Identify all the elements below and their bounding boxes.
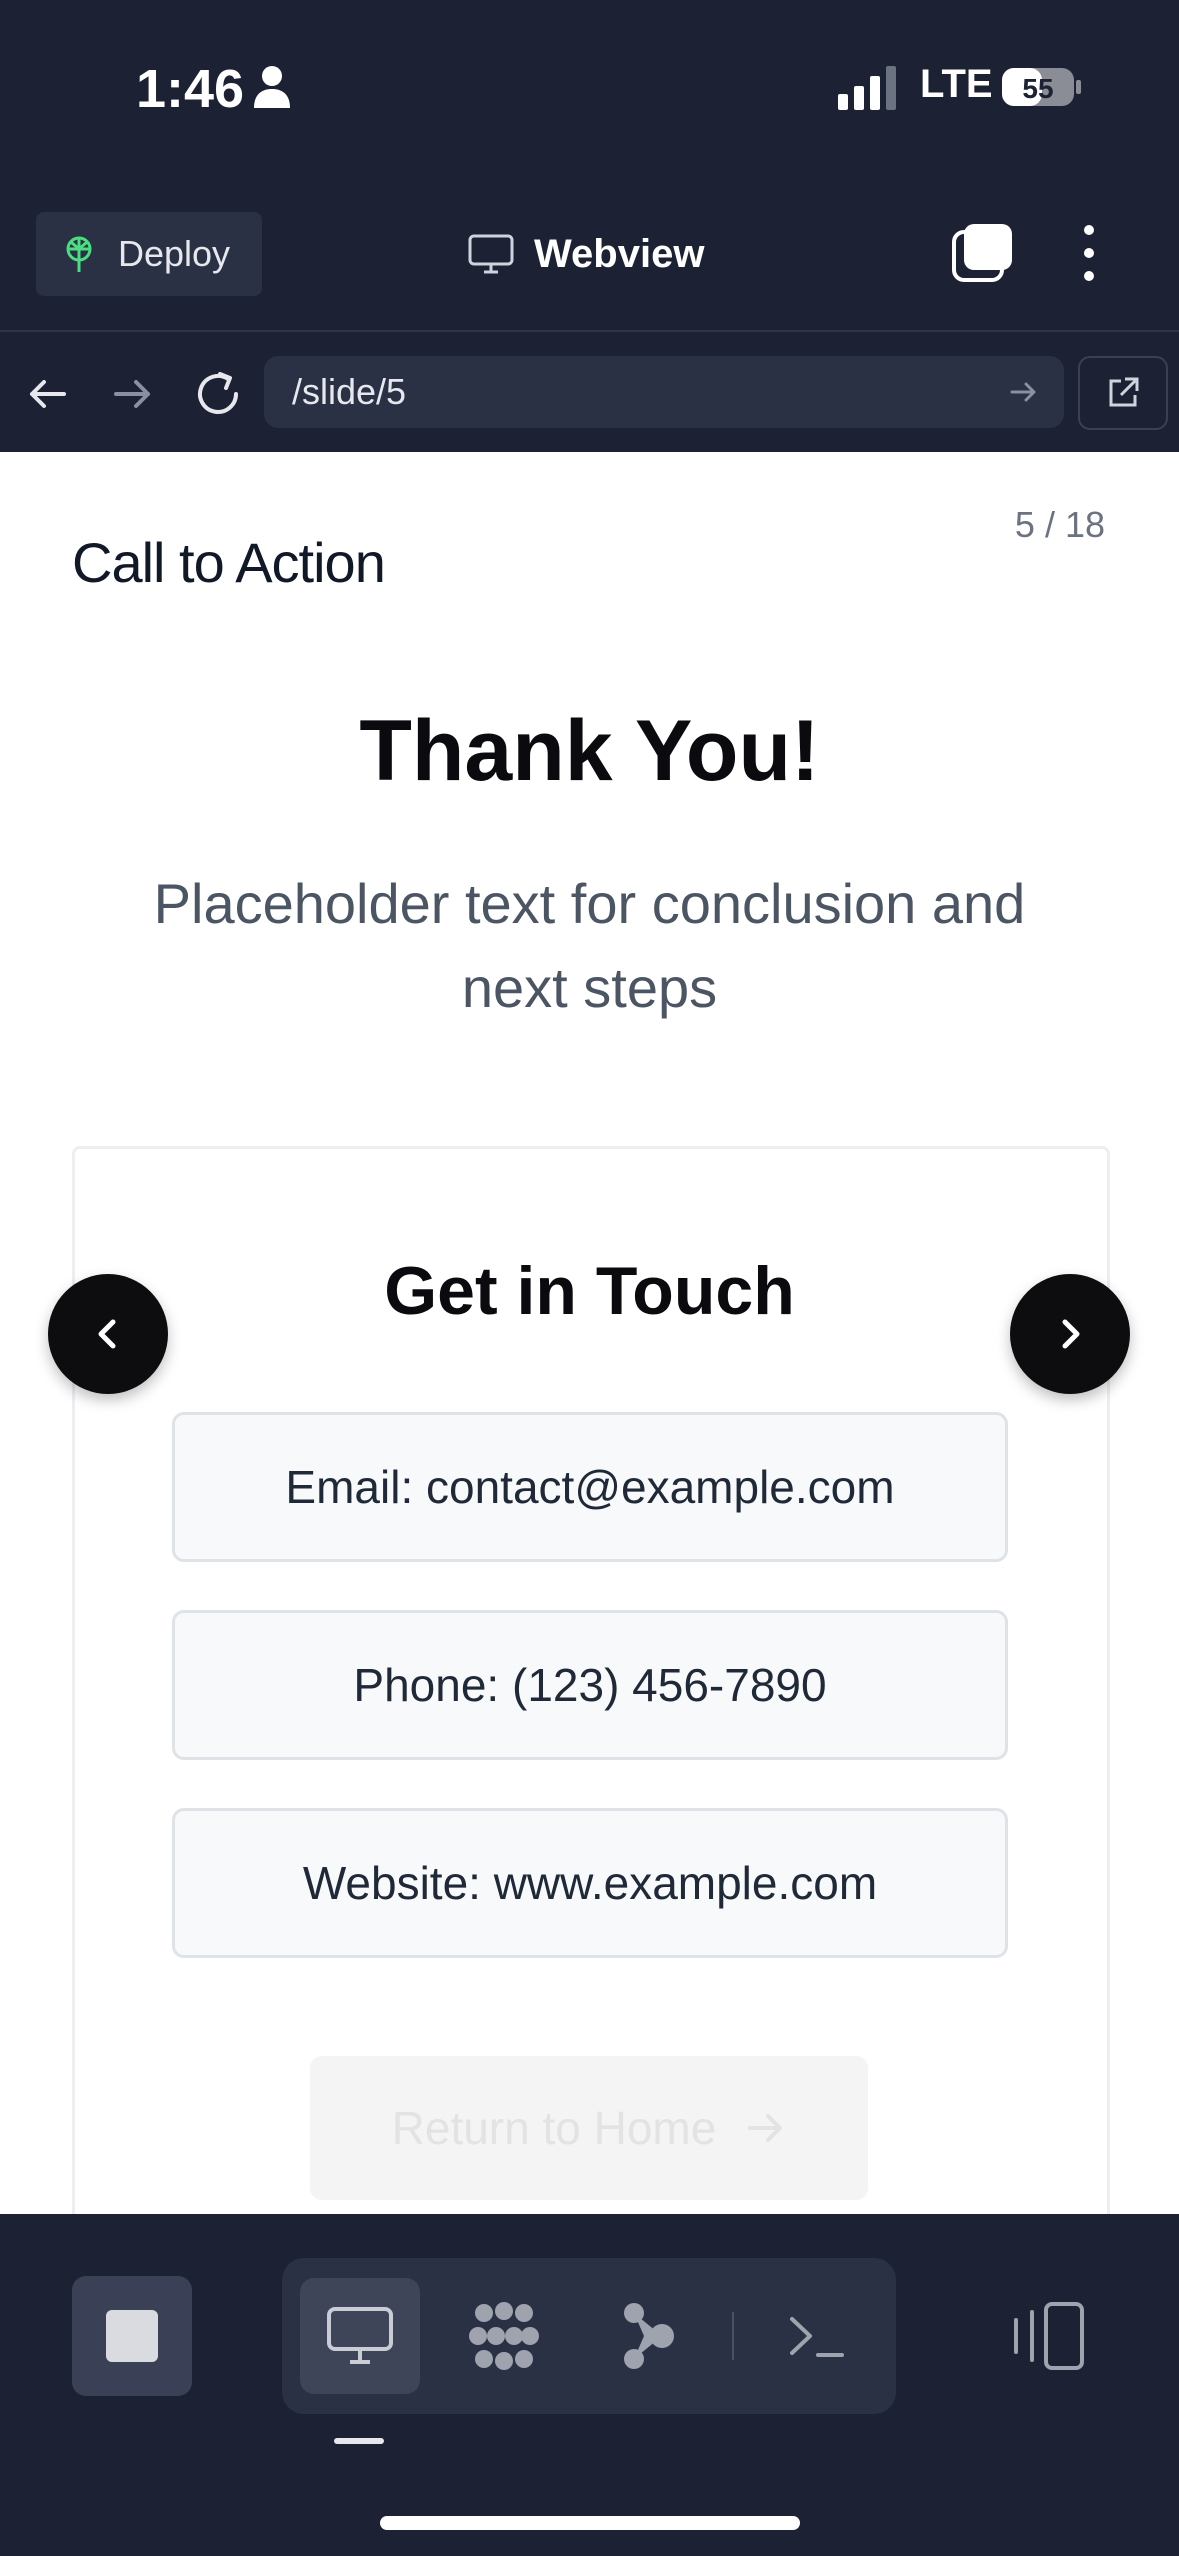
cluster-tab-button[interactable] bbox=[444, 2278, 564, 2394]
external-link-icon bbox=[1109, 377, 1139, 407]
url-field[interactable]: /slide/5 bbox=[264, 356, 1064, 428]
monitor-icon bbox=[327, 2307, 393, 2364]
home-indicator[interactable] bbox=[380, 2516, 800, 2530]
contact-phone[interactable]: Phone: (123) 456-7890 bbox=[172, 1610, 1008, 1760]
contact-email[interactable]: Email: contact@example.com bbox=[172, 1412, 1008, 1562]
toolbar-divider bbox=[732, 2312, 734, 2360]
contact-website[interactable]: Website: www.example.com bbox=[172, 1808, 1008, 1958]
person-icon bbox=[254, 66, 290, 108]
go-arrow-icon[interactable] bbox=[1008, 376, 1040, 408]
forward-arrow-icon[interactable] bbox=[108, 370, 156, 418]
webview-tab-button[interactable] bbox=[300, 2278, 420, 2394]
panel-toggle-icon[interactable] bbox=[1006, 2300, 1086, 2372]
back-arrow-icon[interactable] bbox=[24, 370, 72, 418]
signal-icon bbox=[838, 66, 896, 110]
conclusion-subtitle: Placeholder text for conclusion and next… bbox=[153, 872, 1026, 1019]
next-slide-button[interactable] bbox=[1010, 1274, 1130, 1394]
more-options-icon[interactable] bbox=[1072, 222, 1106, 284]
url-text: /slide/5 bbox=[292, 371, 407, 412]
webview-title: Webview bbox=[468, 226, 704, 282]
deploy-icon bbox=[66, 236, 92, 272]
monitor-icon bbox=[468, 234, 514, 274]
terminal-icon bbox=[790, 2317, 844, 2357]
active-tab-indicator bbox=[334, 2438, 384, 2444]
previous-slide-button[interactable] bbox=[48, 1274, 168, 1394]
chevron-right-icon bbox=[1062, 1319, 1080, 1349]
thank-you-heading: Thank You! bbox=[359, 703, 820, 799]
stop-icon bbox=[106, 2310, 158, 2362]
status-time: 1:46 bbox=[136, 59, 245, 119]
tabs-icon[interactable] bbox=[952, 222, 1014, 284]
battery-level: 55 bbox=[1022, 73, 1053, 104]
branch-tab-button[interactable] bbox=[588, 2278, 708, 2394]
deploy-label: Deploy bbox=[118, 233, 231, 274]
arrow-right-icon bbox=[748, 2114, 783, 2142]
branch-icon bbox=[624, 2303, 674, 2369]
webview-content: 5 / 18 Call to Action Thank You! Placeho… bbox=[0, 452, 1179, 2214]
cluster-icon bbox=[469, 2302, 539, 2370]
slide-counter: 5 / 18 bbox=[1014, 504, 1105, 545]
return-home-button[interactable]: Return to Home bbox=[310, 2056, 868, 2200]
chevron-left-icon bbox=[98, 1319, 116, 1349]
return-home-label: Return to Home bbox=[391, 2102, 717, 2154]
section-title: Call to Action bbox=[72, 531, 386, 594]
network-type: LTE bbox=[920, 62, 993, 106]
battery-icon: 55 bbox=[1002, 68, 1081, 106]
webview-title-text: Webview bbox=[534, 231, 705, 276]
stop-button[interactable] bbox=[72, 2276, 192, 2396]
contact-card-title: Get in Touch bbox=[384, 1253, 795, 1329]
open-external-button[interactable] bbox=[1078, 356, 1168, 430]
deploy-button[interactable]: Deploy bbox=[36, 212, 262, 296]
terminal-tab-button[interactable] bbox=[756, 2278, 876, 2394]
reload-icon[interactable] bbox=[190, 366, 246, 422]
